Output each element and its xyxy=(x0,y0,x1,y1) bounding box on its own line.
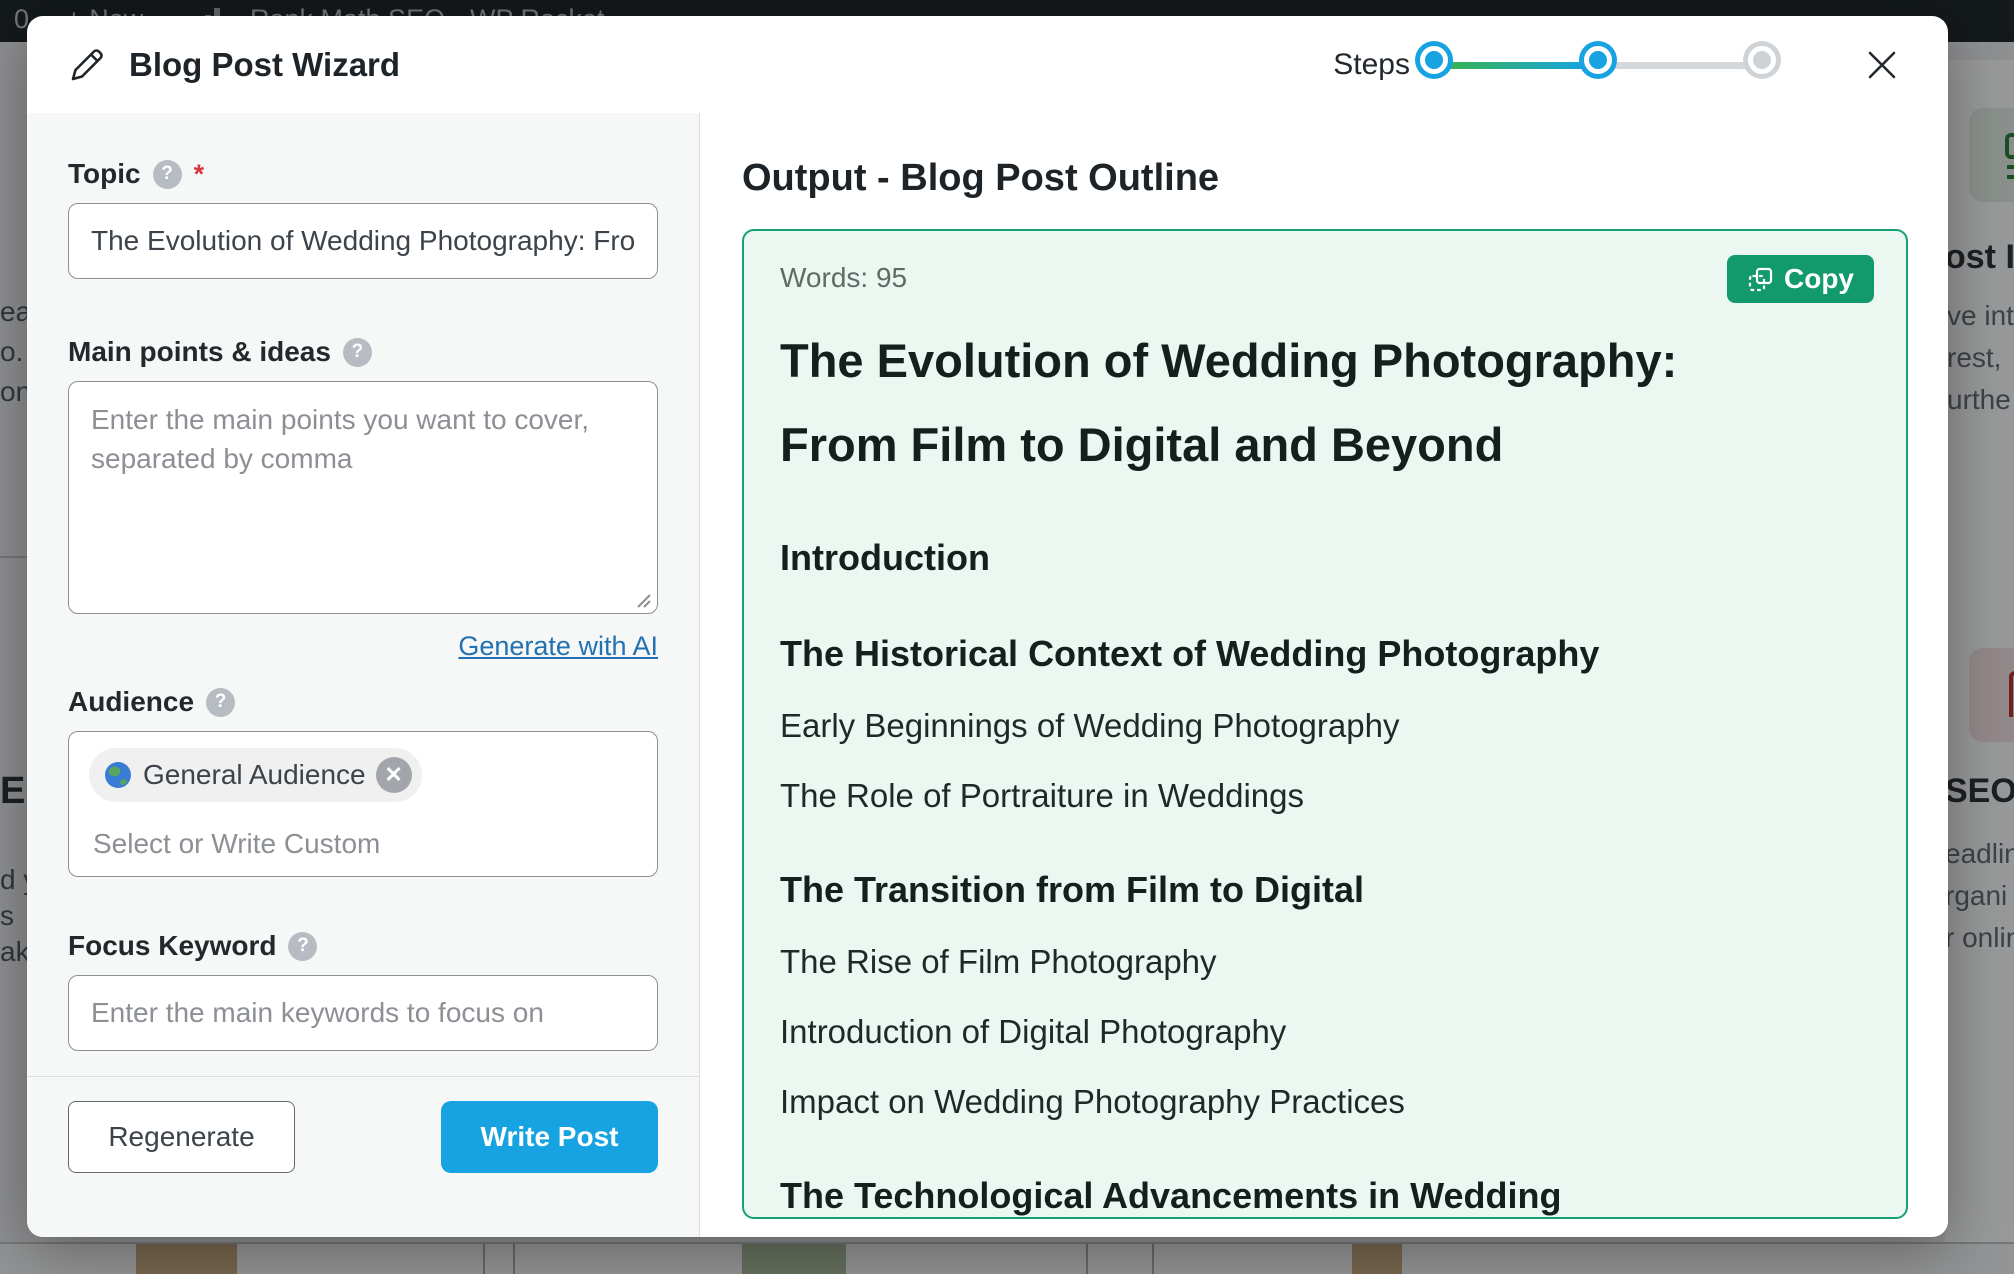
regenerate-button[interactable]: Regenerate xyxy=(68,1101,295,1173)
help-icon[interactable]: ? xyxy=(206,688,235,717)
step-dot-3 xyxy=(1748,46,1776,74)
help-icon[interactable]: ? xyxy=(288,932,317,961)
remove-audience-icon[interactable]: ✕ xyxy=(376,757,412,793)
modal-title: Blog Post Wizard xyxy=(129,46,400,84)
audience-label: Audience xyxy=(68,686,194,718)
blog-post-wizard-modal: Blog Post Wizard Steps xyxy=(27,16,1948,1237)
outline-section: The Technological Advancements in Weddin… xyxy=(780,1171,1780,1219)
main-points-label: Main points & ideas xyxy=(68,336,331,368)
help-icon[interactable]: ? xyxy=(343,338,372,367)
copy-icon xyxy=(1747,266,1774,293)
modal-body: Topic ? * Main points & ideas ? xyxy=(27,113,1948,1237)
main-points-textarea[interactable] xyxy=(68,381,658,614)
outline-item: Introduction of Digital Photography xyxy=(780,1009,1820,1055)
audience-placeholder: Select or Write Custom xyxy=(89,828,637,860)
modal-header: Blog Post Wizard Steps xyxy=(27,16,1948,113)
topic-input[interactable] xyxy=(68,203,658,279)
steps-segment-todo xyxy=(1604,62,1750,69)
audience-chip: General Audience ✕ xyxy=(89,748,422,802)
form-footer: Regenerate Write Post xyxy=(27,1076,699,1237)
output-heading: Output - Blog Post Outline xyxy=(742,153,1908,203)
outline-content: The Evolution of Wedding Photography: Fr… xyxy=(780,319,1870,1219)
outline-item: The Role of Portraiture in Weddings xyxy=(780,773,1820,819)
outline-item: Impact on Wedding Photography Practices xyxy=(780,1079,1820,1125)
screen: 0 + New Rank Math SEO WP Rocket eat o. o… xyxy=(0,0,2014,1274)
outline-item: The Rise of Film Photography xyxy=(780,939,1820,985)
help-icon[interactable]: ? xyxy=(153,160,182,189)
globe-icon xyxy=(103,760,133,790)
resize-handle-icon[interactable] xyxy=(632,589,652,609)
pencil-icon xyxy=(67,45,107,85)
word-count: Words: 95 xyxy=(780,255,1870,301)
write-post-button[interactable]: Write Post xyxy=(441,1101,658,1173)
outline-item: Early Beginnings of Wedding Photography xyxy=(780,703,1820,749)
output-panel: Output - Blog Post Outline Words: 95 Cop… xyxy=(700,113,1948,1237)
audience-combobox[interactable]: General Audience ✕ Select or Write Custo… xyxy=(68,731,658,877)
focus-keyword-label: Focus Keyword xyxy=(68,930,276,962)
outline-section: The Transition from Film to Digital xyxy=(780,865,1780,915)
step-dot-1 xyxy=(1420,46,1448,74)
steps-track xyxy=(1412,43,1782,87)
steps-segment-done xyxy=(1440,62,1586,69)
outline-section: The Historical Context of Wedding Photog… xyxy=(780,629,1780,679)
required-asterisk: * xyxy=(194,159,205,190)
topic-label: Topic xyxy=(68,158,141,190)
audience-chip-label: General Audience xyxy=(143,759,366,791)
generate-with-ai-link[interactable]: Generate with AI xyxy=(458,631,658,661)
copy-button[interactable]: Copy xyxy=(1727,255,1874,303)
steps-label: Steps xyxy=(1333,48,1410,82)
steps-progress: Steps xyxy=(1333,43,1782,87)
step-dot-2 xyxy=(1584,46,1612,74)
copy-button-label: Copy xyxy=(1784,263,1854,295)
close-icon[interactable] xyxy=(1860,43,1904,87)
outline-output-box: Words: 95 Copy The Evolution of Wedding … xyxy=(742,229,1908,1219)
focus-keyword-input[interactable] xyxy=(68,975,658,1051)
outline-title: The Evolution of Wedding Photography: Fr… xyxy=(780,319,1780,487)
wizard-form-panel: Topic ? * Main points & ideas ? xyxy=(27,113,700,1237)
outline-section: Introduction xyxy=(780,533,1780,583)
